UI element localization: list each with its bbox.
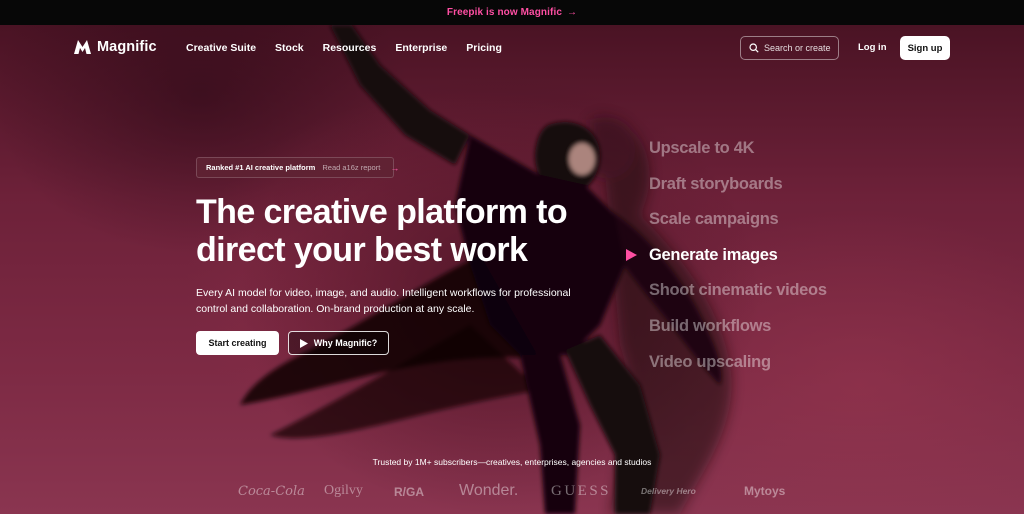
- arrow-right-icon: →: [567, 7, 578, 18]
- brand-logo[interactable]: Magnific: [74, 39, 157, 55]
- hero-section: [0, 25, 1024, 514]
- announcement-text[interactable]: Freepik is now Magnific: [447, 7, 562, 18]
- hero-subtitle: Every AI model for video, image, and aud…: [196, 286, 606, 317]
- usecase-label: Draft storyboards: [649, 174, 783, 193]
- usecase-label: Generate images: [649, 245, 778, 264]
- brand-name: Magnific: [97, 39, 157, 55]
- hero-headline: The creative platform to direct your bes…: [196, 193, 596, 269]
- usecase-item-active[interactable]: Generate images: [626, 245, 827, 282]
- badge-link[interactable]: Read a16z report: [322, 163, 380, 172]
- subtitle-line-2: control and collaboration. On-brand prod…: [196, 302, 475, 315]
- usecase-item[interactable]: Draft storyboards: [649, 175, 827, 211]
- usecase-label: Video upscaling: [649, 352, 771, 371]
- hero-dancer-image: [240, 25, 760, 514]
- announcement-bar[interactable]: Freepik is now Magnific →: [0, 0, 1024, 25]
- trusted-by-text: Trusted by 1M+ subscribers—creatives, en…: [372, 457, 652, 467]
- logo-rga: R/GA: [394, 485, 424, 499]
- usecase-item[interactable]: Build workflows: [649, 317, 827, 353]
- signup-button[interactable]: Sign up: [900, 36, 950, 60]
- usecase-label: Build workflows: [649, 316, 772, 335]
- nav-link-creative-suite[interactable]: Creative Suite: [186, 42, 256, 54]
- logo-wonder: Wonder.: [459, 482, 519, 499]
- play-icon: [299, 338, 308, 348]
- usecase-label: Scale campaigns: [649, 210, 779, 229]
- logo-ogilvy: Ogilvy: [324, 483, 363, 498]
- login-link[interactable]: Log in: [858, 42, 887, 53]
- headline-line-1: The creative platform to: [196, 193, 568, 231]
- search-icon: [749, 43, 759, 53]
- usecase-item[interactable]: Scale campaigns: [649, 210, 827, 246]
- subtitle-line-1: Every AI model for video, image, and aud…: [196, 287, 571, 299]
- ranking-badge[interactable]: Ranked #1 AI creative platform Read a16z…: [196, 157, 399, 178]
- search-placeholder: Search or create: [764, 43, 831, 53]
- usecase-item[interactable]: Shoot cinematic videos: [649, 281, 827, 317]
- top-nav: Magnific Creative Suite Stock Resources …: [0, 35, 1024, 61]
- search-input[interactable]: Search or create: [740, 36, 839, 60]
- logo-coca-cola: Coca-Cola: [238, 484, 305, 499]
- usecase-item[interactable]: Video upscaling: [649, 353, 827, 389]
- usecase-list: Upscale to 4K Draft storyboards Scale ca…: [626, 139, 827, 389]
- why-magnific-label: Why Magnific?: [313, 338, 378, 348]
- usecase-item[interactable]: Upscale to 4K: [649, 139, 827, 175]
- play-pointer-icon: [626, 248, 637, 261]
- logo-delivery-hero: Delivery Hero: [641, 486, 696, 496]
- logo-guess: GUESS: [551, 483, 612, 499]
- usecase-label: Shoot cinematic videos: [649, 281, 827, 300]
- nav-link-enterprise[interactable]: Enterprise: [395, 42, 447, 54]
- magnific-logo-icon: [74, 40, 91, 54]
- nav-link-stock[interactable]: Stock: [275, 42, 304, 54]
- why-magnific-button[interactable]: Why Magnific?: [288, 331, 389, 355]
- badge-label: Ranked #1 AI creative platform: [206, 163, 316, 172]
- arrow-right-icon: →: [390, 162, 400, 173]
- start-creating-button[interactable]: Start creating: [196, 331, 279, 355]
- nav-links: Creative Suite Stock Resources Enterpris…: [186, 42, 521, 54]
- nav-link-pricing[interactable]: Pricing: [466, 42, 502, 54]
- nav-link-resources[interactable]: Resources: [323, 42, 377, 54]
- client-logos: Coca-Cola Ogilvy R/GA Wonder. GUESS Deli…: [0, 482, 1024, 503]
- headline-line-2: direct your best work: [196, 231, 528, 269]
- page: Freepik is now Magnific → Magnific Creat…: [0, 0, 1024, 514]
- usecase-label: Upscale to 4K: [649, 139, 755, 157]
- logo-mytoys: Mytoys: [744, 484, 786, 498]
